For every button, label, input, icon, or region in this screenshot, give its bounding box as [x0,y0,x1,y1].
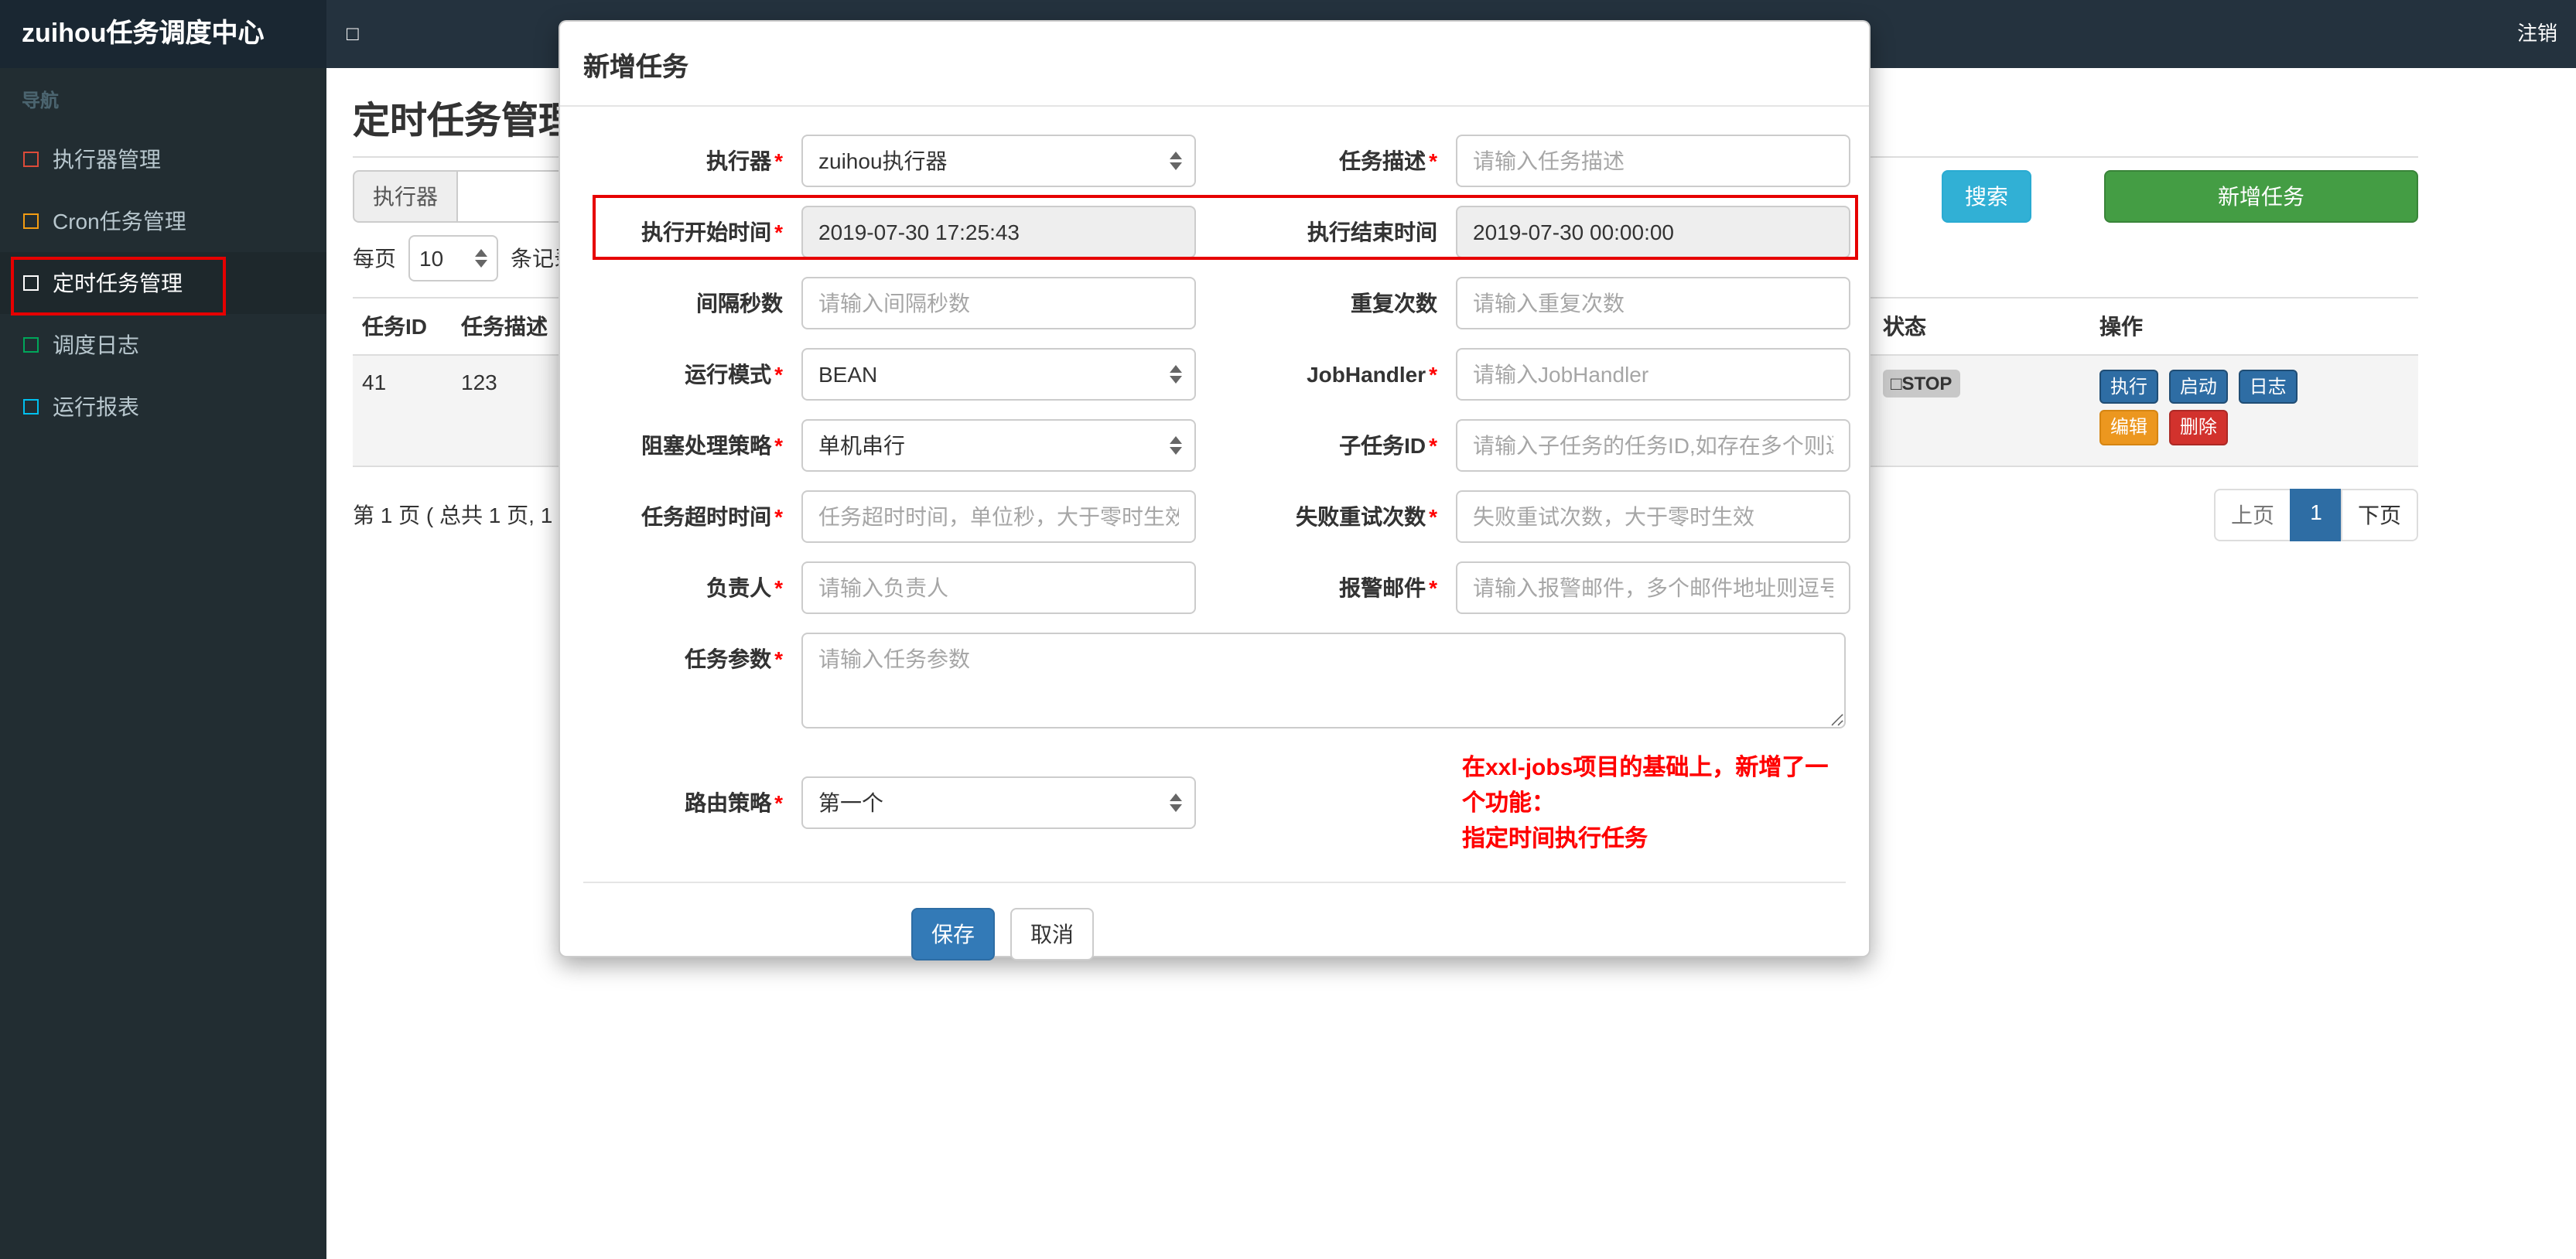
run-button[interactable]: 执行 [2099,370,2159,404]
sidebar-section-label: 导航 [22,90,60,111]
start-time-input[interactable] [801,206,1196,258]
select-arrows-icon [1170,436,1182,455]
per-page-prefix: 每页 [353,246,396,271]
cancel-button[interactable]: 取消 [1010,908,1094,960]
retry-field-label: 失败重试次数 * [1296,504,1437,529]
edit-button[interactable]: 编辑 [2099,410,2159,445]
search-button[interactable]: 搜索 [1942,170,2031,223]
cell-status: □STOP [1874,355,2090,467]
sidebar-item-label: Cron任务管理 [53,209,186,234]
header-status: 状态 [1874,297,2090,356]
per-page-select[interactable]: 10 [408,235,498,281]
end-time-field-label: 执行结束时间 [1307,220,1437,244]
task-params-field-label: 任务参数 * [685,647,783,671]
sidebar-item-label: 执行器管理 [53,147,161,172]
block-strategy-select[interactable]: 单机串行 [801,419,1196,472]
task-desc-field-label: 任务描述 * [1339,148,1437,173]
current-page-button[interactable]: 1 [2290,488,2342,541]
status-badge: □STOP [1883,370,1960,397]
delete-button[interactable]: 删除 [2168,410,2228,445]
executor-select[interactable]: zuihou执行器 [801,135,1196,187]
route-strategy-field-label: 路由策略 * [685,790,783,814]
executor-field-label: 执行器 * [706,148,783,173]
square-icon [23,399,39,415]
square-icon [23,152,39,167]
block-strategy-field-label: 阻塞处理策略 * [641,433,783,458]
sidebar-item-executor-manage[interactable]: 执行器管理 [0,128,326,190]
select-arrows-icon [1170,793,1182,811]
sidebar-item-label: 定时任务管理 [53,271,183,295]
repeat-field-label: 重复次数 [1351,291,1437,316]
child-task-input[interactable] [1456,419,1850,472]
square-icon [23,337,39,353]
sidebar-item-scheduled-task[interactable]: 定时任务管理 [0,252,326,314]
sidebar-toggle-icon[interactable]: □ [347,0,359,68]
sidebar-item-cron-task[interactable]: Cron任务管理 [0,190,326,252]
add-task-button[interactable]: 新增任务 [2104,170,2418,223]
timeout-input[interactable] [801,490,1196,543]
modal-header: 新增任务 [560,22,1869,107]
run-mode-select[interactable]: BEAN [801,348,1196,401]
sidebar-item-dispatch-log[interactable]: 调度日志 [0,314,326,376]
select-arrows-icon [475,249,487,268]
prev-page-button[interactable]: 上页 [2214,488,2291,541]
modal-title: 新增任务 [583,53,688,82]
retry-count-input[interactable] [1456,490,1850,543]
header-actions: 操作 [2090,297,2418,356]
child-task-field-label: 子任务ID * [1339,433,1437,458]
sidebar: 导航 执行器管理 Cron任务管理 定时任务管理 调度日志 运行报表 [0,68,326,1259]
task-params-textarea[interactable] [801,633,1846,728]
repeat-count-input[interactable] [1456,277,1850,329]
modal-footer: 保存 取消 [583,883,1846,960]
cell-actions: 执行 启动 日志 编辑 删除 [2090,355,2418,467]
jobhandler-field-label: JobHandler * [1307,362,1437,387]
end-time-input[interactable] [1456,206,1850,258]
add-task-modal: 新增任务 执行器 * zuihou执行器 任务描述 * 请输入任务描述 执行开始… [559,20,1871,960]
task-desc-input[interactable] [1456,135,1850,187]
alarm-email-field-label: 报警邮件 * [1339,575,1437,600]
square-icon [23,275,39,291]
feature-note: 在xxl-jobs项目的基础上，新增了一个功能： 指定时间执行任务 [1462,755,1829,852]
cell-task-id: 41 [353,355,452,467]
interval-field-label: 间隔秒数 [696,291,783,316]
save-button[interactable]: 保存 [911,908,995,960]
square-icon [23,213,39,229]
start-button[interactable]: 启动 [2168,370,2228,404]
jobhandler-input[interactable] [1456,348,1850,401]
run-mode-field-label: 运行模式 * [685,362,783,387]
sidebar-item-label: 调度日志 [53,333,139,357]
sidebar-item-label: 运行报表 [53,394,139,419]
start-time-field-label: 执行开始时间 * [641,220,783,244]
pagination: 上页 1 下页 [2214,488,2418,541]
next-page-button[interactable]: 下页 [2341,488,2418,541]
executor-filter-label: 执行器 [353,170,458,223]
alarm-email-input[interactable] [1456,561,1850,614]
owner-field-label: 负责人 * [706,575,783,600]
per-page-value: 10 [419,246,444,271]
owner-input[interactable] [801,561,1196,614]
sidebar-item-run-report[interactable]: 运行报表 [0,376,326,438]
modal-body: 执行器* zuihou执行器 任务描述* 执行开始时间* [560,107,1869,960]
logout-link[interactable]: 注销 [2517,0,2557,68]
log-button[interactable]: 日志 [2238,370,2298,404]
interval-input[interactable] [801,277,1196,329]
route-strategy-select[interactable]: 第一个 [801,776,1196,828]
header-task-id: 任务ID [353,297,452,356]
timeout-field-label: 任务超时时间 * [641,504,783,529]
app-brand: zuihou任务调度中心 [0,0,326,68]
select-arrows-icon [1170,152,1182,170]
app-root: zuihou任务调度中心 □ 注销 导航 执行器管理 Cron任务管理 定时任务… [0,0,2576,1259]
select-arrows-icon [1170,365,1182,384]
